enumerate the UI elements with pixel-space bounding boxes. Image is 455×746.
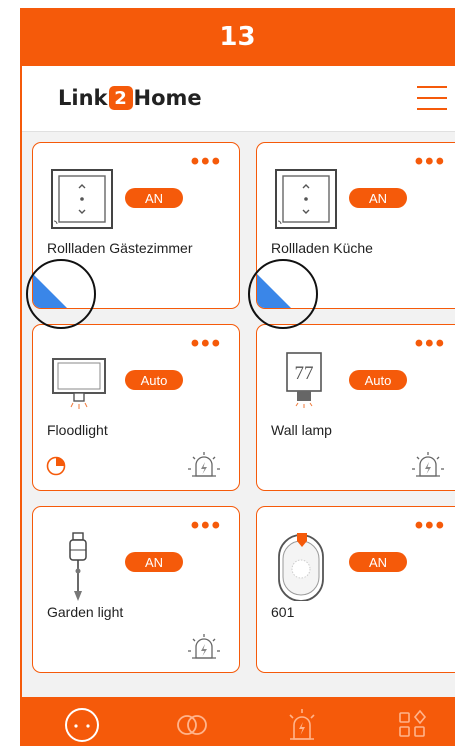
roller-shutter-switch-icon [275, 169, 337, 229]
more-options-icon[interactable]: ••• [191, 150, 222, 174]
app-header: Link 2 Home [22, 66, 455, 132]
more-options-icon[interactable]: ••• [415, 332, 446, 356]
timer-icon[interactable] [46, 456, 66, 476]
status-toggle[interactable]: AN [125, 552, 183, 572]
device-card-601[interactable]: ••• AN 601 [256, 506, 455, 673]
device-card-garden-light[interactable]: ••• AN Garden light [32, 506, 240, 673]
status-toggle[interactable]: AN [349, 188, 407, 208]
more-options-icon[interactable]: ••• [415, 150, 446, 174]
status-toggle[interactable]: Auto [125, 370, 183, 390]
bottom-navigation [22, 697, 455, 746]
tutorial-frame: 13 Link 2 Home ••• AN Rollladen Gästezim… [0, 0, 455, 746]
floodlight-icon [52, 358, 106, 409]
garden-light-icon [69, 532, 87, 601]
more-options-icon[interactable]: ••• [191, 332, 222, 356]
alarm-siren-icon[interactable] [187, 450, 221, 480]
scenes-icon[interactable] [172, 705, 212, 745]
hamburger-menu-icon[interactable] [417, 86, 447, 112]
plug-device-icon [278, 533, 324, 601]
status-toggle[interactable]: AN [125, 188, 183, 208]
wall-lamp-number: 77 [295, 363, 314, 384]
device-card-wall-lamp[interactable]: ••• 77 Auto Wall lamp [256, 324, 455, 491]
device-name: Floodlight [47, 422, 108, 438]
alarm-siren-icon[interactable] [411, 450, 445, 480]
status-toggle[interactable]: Auto [349, 370, 407, 390]
devices-icon[interactable] [62, 705, 102, 745]
alarm-icon[interactable] [282, 705, 322, 745]
link2home-logo: Link 2 Home [58, 86, 202, 110]
highlight-circle [26, 259, 96, 329]
device-name: Garden light [47, 604, 124, 620]
alarm-siren-icon[interactable] [187, 632, 221, 662]
device-card-floodlight[interactable]: ••• Auto Floodlight [32, 324, 240, 491]
logo-link-text: Link [58, 86, 108, 110]
wall-lamp-icon: 77 [286, 352, 322, 408]
apps-icon[interactable] [392, 705, 432, 745]
device-name: 601 [271, 604, 295, 620]
logo-home-text: Home [133, 86, 202, 110]
step-number: 13 [20, 8, 455, 66]
more-options-icon[interactable]: ••• [415, 514, 446, 538]
logo-badge: 2 [108, 86, 133, 110]
more-options-icon[interactable]: ••• [191, 514, 222, 538]
app-screen: Link 2 Home ••• AN Rollladen Gästezimmer [22, 66, 455, 746]
device-name: Rollladen Gästezimmer [47, 240, 193, 256]
device-name: Rollladen Küche [271, 240, 373, 256]
highlight-circle [248, 259, 318, 329]
status-toggle[interactable]: AN [349, 552, 407, 572]
roller-shutter-switch-icon [51, 169, 113, 229]
device-name: Wall lamp [271, 422, 332, 438]
